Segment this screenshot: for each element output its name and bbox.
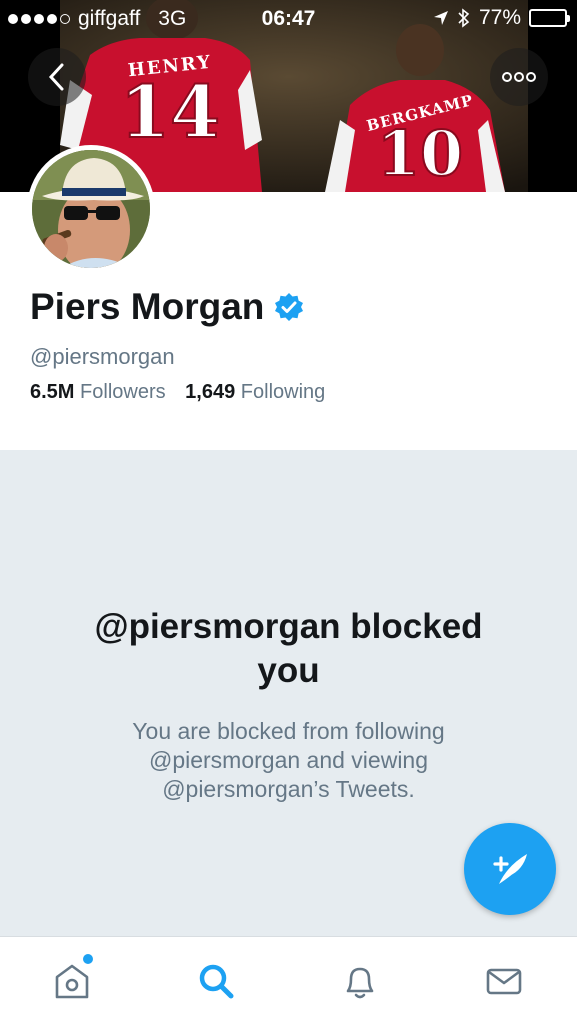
battery-percentage: 77% <box>478 6 521 29</box>
home-icon <box>55 964 89 999</box>
search-icon <box>199 964 234 999</box>
chevron-left-icon <box>48 63 64 91</box>
notifications-icon <box>346 967 374 999</box>
tab-notifications[interactable] <box>330 953 390 1009</box>
bottom-tab-bar <box>0 936 577 1024</box>
followers-link[interactable]: 6.5M Followers <box>30 381 171 403</box>
profile-avatar[interactable] <box>27 145 155 273</box>
blocked-heading-line1: @piersmorgan blocked <box>94 607 483 646</box>
jersey-bergkamp: BERGKAMP 10 <box>350 91 490 186</box>
profile-handle: @piersmorgan <box>30 344 175 369</box>
compose-tweet-button[interactable] <box>464 823 556 915</box>
blocked-message-line2: @piersmorgan and viewing <box>148 747 429 773</box>
profile-header: Piers Morgan <box>30 286 304 328</box>
blocked-message-line1: You are blocked from following <box>132 718 445 744</box>
following-label: Following <box>240 381 326 403</box>
blocked-message: You are blocked from following @piersmor… <box>70 717 507 804</box>
more-dots-icon <box>502 72 536 82</box>
tab-messages[interactable] <box>474 953 534 1009</box>
messages-icon <box>486 968 522 995</box>
battery-icon <box>529 9 570 27</box>
bluetooth-icon <box>458 8 470 28</box>
avatar-photo <box>32 150 150 268</box>
jersey-henry: HENRY 14 <box>100 52 240 154</box>
tab-home[interactable] <box>42 953 102 1009</box>
following-link[interactable]: 1,649 Following <box>185 381 325 403</box>
blocked-heading-line2: you <box>257 651 320 690</box>
compose-quill-icon <box>493 854 527 884</box>
blocked-message-line3: @piersmorgan’s Tweets. <box>162 776 415 802</box>
followers-label: Followers <box>80 381 166 403</box>
verified-badge-icon <box>275 293 304 321</box>
following-count: 1,649 <box>185 381 236 403</box>
jersey-number-left: 14 <box>119 69 221 154</box>
home-notification-dot <box>83 954 93 964</box>
tab-search[interactable] <box>186 953 246 1009</box>
location-arrow-icon <box>433 11 448 25</box>
blocked-heading: @piersmorgan blocked you <box>40 605 537 693</box>
profile-stats: 6.5M Followers 1,649 Following <box>30 381 325 404</box>
profile-name: Piers Morgan <box>30 286 265 327</box>
more-options-button[interactable] <box>490 48 548 106</box>
back-button[interactable] <box>28 48 86 106</box>
followers-count: 6.5M <box>30 381 75 403</box>
status-bar: giffgaff 3G 06:47 77% <box>0 0 577 38</box>
